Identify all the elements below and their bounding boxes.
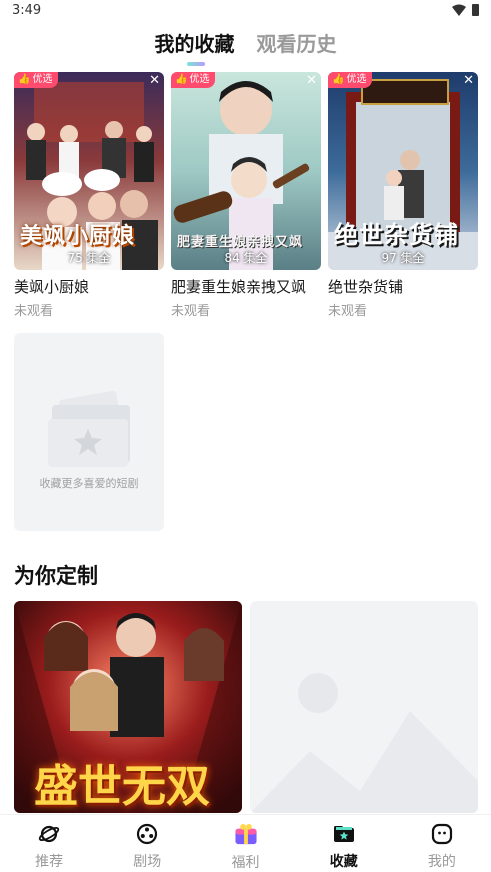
nav-label: 剧场 bbox=[133, 854, 162, 870]
nav-theater[interactable]: 剧场 bbox=[98, 815, 196, 872]
nav-label: 收藏 bbox=[329, 854, 358, 870]
star-folder-icon bbox=[333, 826, 354, 842]
favorite-card[interactable]: 👍 优选 ✕ 美飒小厨娘 75 集全 美飒小厨娘 未观看 bbox=[14, 72, 164, 319]
recommend-grid: 盛世无双 bbox=[14, 601, 478, 813]
poster-image: 👍 优选 ✕ 绝世杂货铺 97 集全 bbox=[328, 72, 478, 270]
premium-badge: 👍 优选 bbox=[328, 72, 373, 88]
nav-recommend[interactable]: 推荐 bbox=[0, 815, 98, 872]
status-icons bbox=[452, 4, 479, 16]
status-bar: 3:49 bbox=[0, 0, 491, 24]
premium-badge: 👍 优选 bbox=[171, 72, 216, 88]
drama-title: 肥妻重生娘亲拽又飒 bbox=[171, 278, 307, 296]
profile-face-icon bbox=[431, 823, 453, 845]
planet-icon bbox=[38, 825, 60, 843]
film-reel-icon bbox=[137, 823, 158, 845]
nav-favorites[interactable]: 收藏 bbox=[295, 815, 393, 872]
thumb-up-icon: 👍 bbox=[175, 74, 188, 85]
tab-watch-history[interactable]: 观看历史 bbox=[257, 28, 337, 62]
remove-icon[interactable]: ✕ bbox=[463, 74, 474, 88]
badge-label: 优选 bbox=[32, 74, 53, 85]
poster-title-art: 美飒小厨娘 bbox=[20, 223, 136, 249]
favorite-card[interactable]: 👍 优选 ✕ 肥妻重生娘亲拽又飒 84 集全 肥妻重生娘亲拽又飒 未观看 bbox=[171, 72, 321, 319]
thumb-up-icon: 👍 bbox=[18, 74, 31, 85]
empty-folder-icon bbox=[48, 390, 130, 467]
badge-label: 优选 bbox=[346, 74, 367, 85]
nav-profile[interactable]: 我的 bbox=[393, 815, 491, 872]
nav-label: 推荐 bbox=[35, 854, 64, 870]
nav-label: 福利 bbox=[231, 855, 260, 871]
watch-status: 未观看 bbox=[171, 304, 211, 319]
remove-icon[interactable]: ✕ bbox=[149, 74, 160, 88]
status-time: 3:49 bbox=[12, 3, 42, 18]
top-tabs: 我的收藏 观看历史 bbox=[0, 28, 491, 66]
image-placeholder-icon bbox=[250, 673, 478, 813]
add-more-favorites[interactable]: 收藏更多喜爱的短剧 bbox=[14, 333, 164, 531]
poster-image: 👍 优选 ✕ 美飒小厨娘 75 集全 bbox=[14, 72, 164, 270]
drama-title: 绝世杂货铺 bbox=[328, 278, 404, 296]
bottom-nav: 推荐 剧场 福利 收藏 我的 bbox=[0, 814, 491, 872]
remove-icon[interactable]: ✕ bbox=[306, 74, 317, 88]
episode-count: 75 集全 bbox=[67, 251, 111, 265]
battery-icon bbox=[472, 4, 479, 16]
tab-active-indicator bbox=[186, 62, 205, 66]
drama-title: 美飒小厨娘 bbox=[14, 278, 90, 296]
watch-status: 未观看 bbox=[14, 304, 54, 319]
tab-my-favorites[interactable]: 我的收藏 bbox=[154, 28, 235, 66]
episode-count: 97 集全 bbox=[381, 251, 425, 265]
premium-badge: 👍 优选 bbox=[14, 72, 59, 88]
watch-status: 未观看 bbox=[328, 304, 368, 319]
add-more-text: 收藏更多喜爱的短剧 bbox=[39, 477, 139, 490]
recommend-card-placeholder bbox=[250, 601, 478, 813]
gift-box-icon bbox=[234, 823, 257, 845]
tab-label: 我的收藏 bbox=[154, 32, 235, 56]
favorites-grid: 👍 优选 ✕ 美飒小厨娘 75 集全 美飒小厨娘 未观看 👍 优选 ✕ 肥妻重生… bbox=[14, 72, 478, 531]
nav-welfare[interactable]: 福利 bbox=[196, 815, 294, 872]
poster-title-art: 绝世杂货铺 bbox=[334, 220, 459, 249]
favorite-card[interactable]: 👍 优选 ✕ 绝世杂货铺 97 集全 绝世杂货铺 未观看 bbox=[328, 72, 478, 319]
tab-label: 观看历史 bbox=[256, 32, 337, 56]
badge-label: 优选 bbox=[189, 74, 210, 85]
wifi-icon bbox=[452, 4, 466, 16]
poster-title-art: 肥妻重生娘亲拽又飒 bbox=[177, 235, 304, 250]
recommend-poster-title: 盛世无双 bbox=[34, 761, 210, 812]
poster-image: 👍 优选 ✕ 肥妻重生娘亲拽又飒 84 集全 bbox=[171, 72, 321, 270]
episode-count: 84 集全 bbox=[224, 251, 268, 265]
nav-label: 我的 bbox=[427, 854, 456, 870]
thumb-up-icon: 👍 bbox=[332, 74, 345, 85]
section-title: 为你定制 bbox=[14, 564, 98, 588]
recommend-card[interactable]: 盛世无双 bbox=[14, 601, 242, 813]
